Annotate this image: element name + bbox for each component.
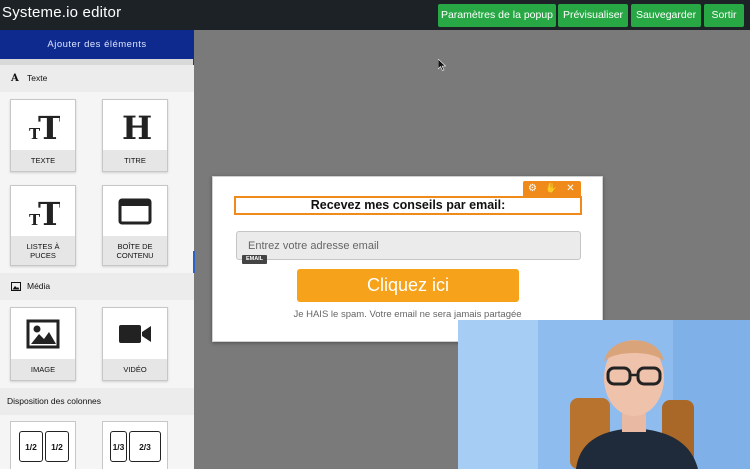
spam-disclaimer: Je HAIS le spam. Votre email ne sera jam… xyxy=(293,309,522,320)
email-field-tag: EMAIL xyxy=(242,255,267,264)
tile-columns-third[interactable]: 1/3 2/3 xyxy=(102,421,168,469)
section-text-label: Texte xyxy=(27,73,48,83)
webcam-person-image xyxy=(458,320,750,469)
text-size-icon: T T xyxy=(11,100,75,152)
app-title: Systeme.io editor xyxy=(2,4,122,21)
svg-text:T: T xyxy=(38,109,60,143)
tile-heading[interactable]: H TITRE xyxy=(102,99,168,172)
tile-label: LISTES À PUCES xyxy=(11,236,75,265)
move-icon[interactable]: ✋ xyxy=(542,181,561,197)
tile-content-box[interactable]: BOÎTE DE CONTENU xyxy=(102,185,168,266)
tile-label: BOÎTE DE CONTENU xyxy=(103,236,167,265)
sidebar-header: Ajouter des éléments xyxy=(0,30,194,59)
svg-text:T: T xyxy=(38,195,60,229)
tile-label: IMAGE xyxy=(11,359,75,380)
editor-window: Systeme.io editor Paramètres de la popup… xyxy=(0,0,750,469)
tile-list[interactable]: T T LISTES À PUCES xyxy=(10,185,76,266)
column-cell: 2/3 xyxy=(129,431,161,462)
section-media: Média xyxy=(0,273,194,300)
column-cell: 1/2 xyxy=(45,431,69,462)
svg-text:H: H xyxy=(122,109,152,143)
tile-text[interactable]: T T TEXTE xyxy=(10,99,76,172)
list-text-icon: T T xyxy=(11,186,75,238)
mouse-cursor-icon xyxy=(438,59,446,71)
exit-button[interactable]: Sortir xyxy=(704,4,744,27)
tile-video[interactable]: VIDÉO xyxy=(102,307,168,381)
close-icon[interactable]: ✕ xyxy=(561,181,580,197)
tile-image[interactable]: IMAGE xyxy=(10,307,76,381)
tile-label: TITRE xyxy=(103,150,167,171)
text-icon: A xyxy=(11,73,19,84)
column-cell: 1/3 xyxy=(110,431,127,462)
popup-settings-button[interactable]: Paramètres de la popup xyxy=(438,4,556,27)
column-cell: 1/2 xyxy=(19,431,43,462)
image-icon xyxy=(11,273,23,300)
tile-label: VIDÉO xyxy=(103,359,167,380)
element-toolbar: ⚙ ✋ ✕ xyxy=(523,181,581,197)
email-input[interactable] xyxy=(236,231,581,260)
section-columns: Disposition des colonnes xyxy=(0,388,194,415)
headline-element[interactable]: Recevez mes conseils par email: xyxy=(234,196,582,215)
webcam-overlay xyxy=(458,320,750,469)
top-bar: Systeme.io editor Paramètres de la popup… xyxy=(0,0,750,30)
save-button[interactable]: Sauvegarder xyxy=(631,4,701,27)
section-columns-label: Disposition des colonnes xyxy=(7,396,102,406)
image-icon xyxy=(11,308,75,360)
heading-icon: H xyxy=(103,100,167,152)
tile-columns-half[interactable]: 1/2 1/2 xyxy=(10,421,76,469)
popup-headline: Recevez mes conseils par email: xyxy=(310,198,506,212)
section-text: A Texte xyxy=(0,65,194,92)
content-box-icon xyxy=(103,186,167,238)
video-camera-icon xyxy=(103,308,167,360)
elements-sidebar: Ajouter des éléments A Texte T T TEXTE H… xyxy=(0,30,194,469)
preview-button[interactable]: Prévisualiser xyxy=(558,4,628,27)
section-media-label: Média xyxy=(27,281,51,291)
gear-icon[interactable]: ⚙ xyxy=(523,181,542,197)
tile-label: TEXTE xyxy=(11,150,75,171)
cta-button[interactable]: Cliquez ici xyxy=(297,269,519,302)
